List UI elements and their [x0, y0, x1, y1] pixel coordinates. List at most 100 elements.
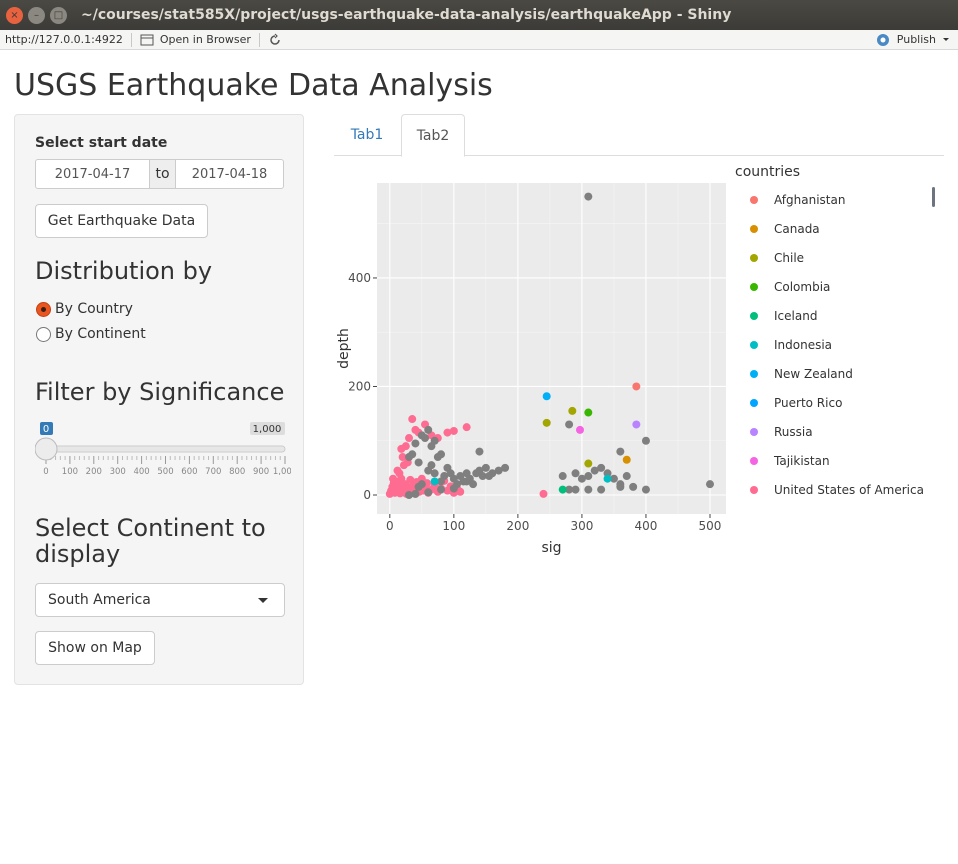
legend-label: Chile	[774, 251, 804, 265]
legend-label: New Zealand	[774, 367, 853, 381]
slider-tick-label: 700	[205, 467, 221, 477]
data-point	[414, 482, 423, 491]
minimize-window-button[interactable]: –	[28, 6, 45, 24]
slider-tick-label: 200	[86, 467, 102, 477]
scatter-plot: 0 100 200 300 400 500 0 200 400 sig depth countries…	[334, 160, 944, 560]
tab-tab1[interactable]: Tab1	[334, 114, 400, 156]
slider-tick-label: 1,000	[273, 467, 291, 477]
start-date-input[interactable]: 2017-04-17	[35, 159, 150, 189]
slider-tick-label: 600	[181, 467, 197, 477]
data-point	[430, 477, 439, 486]
data-point	[427, 461, 436, 470]
caret-down-icon	[258, 598, 268, 603]
data-point	[616, 447, 625, 456]
data-point	[411, 439, 420, 448]
legend-swatch	[750, 225, 758, 233]
data-point	[641, 485, 650, 494]
chevron-down-icon	[943, 37, 949, 41]
continent-select-value: South America	[48, 592, 151, 608]
data-point	[542, 418, 551, 427]
data-point	[414, 458, 423, 467]
radio-label: By Continent	[55, 326, 146, 342]
end-date-input[interactable]: 2017-04-18	[175, 159, 284, 189]
toolbar-divider	[258, 32, 260, 47]
legend-swatch	[750, 399, 758, 407]
slider-handle[interactable]	[34, 437, 58, 461]
show-on-map-button[interactable]: Show on Map	[35, 631, 155, 665]
data-point	[622, 455, 631, 464]
legend-label: Canada	[774, 222, 820, 236]
legend-swatch	[750, 486, 758, 494]
close-window-button[interactable]: ×	[6, 6, 23, 24]
date-range-separator: to	[150, 159, 175, 189]
legend-label: Puerto Rico	[774, 396, 842, 410]
legend-label: Russia	[774, 425, 813, 439]
radio-by-continent[interactable]: By Continent	[36, 326, 146, 342]
window-title: ~/courses/stat585X/project/usgs-earthqua…	[81, 7, 732, 23]
legend-label: Tajikistan	[773, 454, 830, 468]
legend-swatch	[750, 196, 758, 204]
data-point	[397, 444, 406, 453]
slider-tick-label: 0	[43, 467, 48, 477]
continent-select[interactable]: South America	[35, 583, 285, 617]
data-point	[542, 392, 551, 401]
slider-tick-label: 900	[253, 467, 269, 477]
legend-swatch	[750, 312, 758, 320]
publish-icon	[876, 33, 889, 46]
data-point	[584, 459, 593, 468]
x-tick-label: 0	[386, 519, 394, 533]
legend-swatch	[750, 283, 758, 291]
maximize-window-button[interactable]: □	[50, 6, 67, 24]
y-tick-label: 400	[348, 271, 371, 285]
data-point	[408, 450, 417, 459]
get-earthquake-data-button[interactable]: Get Earthquake Data	[35, 204, 208, 238]
significance-slider[interactable]: 0 1,000 0 100 200 300 400 500 600 700 800 900 1,000	[34, 415, 297, 485]
data-point	[632, 420, 641, 429]
data-point	[603, 474, 612, 483]
legend-label: Indonesia	[774, 338, 832, 352]
open-in-browser-button[interactable]: Open in Browser	[140, 33, 251, 46]
sidebar-panel: Select start date 2017-04-17 to 2017-04-…	[14, 114, 304, 685]
data-point	[421, 434, 430, 443]
data-point	[424, 425, 433, 434]
slider-value-label: 0	[43, 424, 49, 435]
publish-label: Publish	[896, 33, 936, 46]
start-date-label: Select start date	[35, 135, 168, 151]
data-point	[558, 472, 567, 481]
maximize-icon: □	[53, 9, 64, 21]
y-axis-label: depth	[336, 328, 352, 369]
data-point	[558, 485, 567, 494]
data-point	[393, 466, 402, 475]
page-title: USGS Earthquake Data Analysis	[14, 68, 493, 103]
radio-by-country[interactable]: By Country	[36, 301, 133, 317]
slider-tick-label: 500	[157, 467, 173, 477]
data-point	[705, 480, 714, 489]
slider-max-label: 1,000	[253, 424, 282, 435]
radio-label: By Country	[55, 301, 133, 317]
publish-button[interactable]: Publish	[875, 33, 950, 47]
data-point	[475, 447, 484, 456]
data-point	[641, 436, 650, 445]
window-titlebar: × – □ ~/courses/stat585X/project/usgs-ea…	[0, 0, 958, 30]
slider-graphic[interactable]: 0 1,000 0 100 200 300 400 500 600 700 800 900 1,000	[34, 415, 297, 485]
data-point	[405, 491, 414, 500]
data-point	[575, 425, 584, 434]
slider-tick-label: 100	[62, 467, 78, 477]
data-point	[584, 408, 593, 417]
radio-button-selected[interactable]	[36, 301, 51, 317]
filter-heading: Filter by Significance	[35, 378, 285, 406]
data-point	[430, 436, 439, 445]
data-point	[430, 469, 439, 478]
legend-label: Afghanistan	[774, 193, 845, 207]
radio-button[interactable]	[36, 326, 51, 342]
data-point	[632, 382, 641, 391]
legend-label: United States of America	[774, 483, 924, 497]
legend-scrollbar	[932, 187, 935, 207]
data-point	[597, 485, 606, 494]
tab-tab2[interactable]: Tab2	[401, 114, 465, 157]
refresh-icon[interactable]	[268, 33, 282, 47]
distribution-heading: Distribution by	[35, 257, 213, 285]
data-point	[437, 485, 446, 494]
minimize-icon: –	[34, 9, 39, 21]
data-point	[501, 463, 510, 472]
